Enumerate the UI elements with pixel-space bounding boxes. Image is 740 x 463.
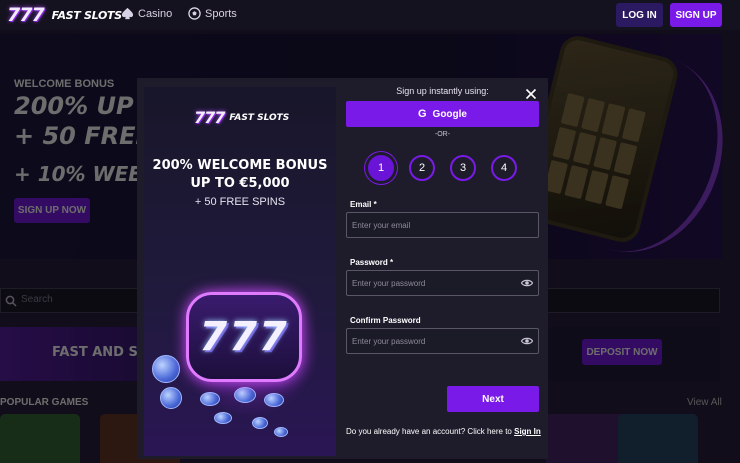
confirm-password-field[interactable]: Enter your password — [346, 328, 539, 354]
coin-decoration — [252, 417, 268, 429]
account-question: Do you already have an account? Click he… — [346, 427, 512, 436]
modal-promo-panel: 777 FAST SLOTS 200% WELCOME BONUS UP TO … — [144, 87, 336, 456]
password-field[interactable]: Enter your password — [346, 270, 539, 296]
signup-button[interactable]: SIGN UP — [670, 3, 722, 27]
coin-decoration — [160, 387, 182, 409]
google-label: Google — [432, 108, 467, 120]
nav-sports-label: Sports — [205, 7, 237, 20]
coin-decoration — [274, 427, 288, 437]
soccer-ball-icon — [188, 7, 201, 20]
nav-sports[interactable]: Sports — [188, 7, 237, 20]
show-confirm-password-icon[interactable] — [521, 336, 533, 346]
email-label: Email * — [350, 200, 377, 209]
bonus-title-line-1: 200% WELCOME BONUS — [152, 158, 328, 173]
top-header: 777 FAST SLOTS Casino Sports LOG IN SIGN… — [0, 0, 740, 30]
email-field[interactable]: Enter your email — [346, 212, 539, 238]
google-signup-button[interactable]: G Google — [346, 101, 539, 127]
signin-link[interactable]: Sign In — [514, 427, 541, 436]
logo-text: FAST SLOTS — [51, 8, 122, 22]
coin-decoration — [214, 412, 232, 424]
site-logo[interactable]: 777 FAST SLOTS — [4, 4, 122, 26]
bonus-subtitle: + 50 FREE SPINS — [194, 196, 286, 208]
modal-logo-777: 777 — [194, 108, 225, 127]
coin-decoration — [152, 355, 180, 383]
bonus-title-line-2: UP TO €5,000 — [190, 176, 290, 191]
coin-decoration — [200, 392, 220, 406]
password-label: Password * — [350, 258, 394, 267]
slot-digits: 777 — [199, 314, 289, 360]
modal-logo-text: FAST SLOTS — [229, 112, 290, 123]
nav-casino-label: Casino — [138, 7, 173, 20]
coin-decoration — [264, 393, 284, 407]
login-button[interactable]: LOG IN — [616, 3, 663, 27]
slot-machine-image: 777 — [186, 292, 302, 382]
next-button[interactable]: Next — [447, 386, 539, 412]
nav-casino[interactable]: Casino — [121, 7, 172, 20]
coin-decoration — [234, 387, 256, 403]
step-2: 2 — [409, 155, 435, 181]
step-3: 3 — [450, 155, 476, 181]
google-icon: G — [417, 108, 427, 120]
modal-logo: 777 FAST SLOTS — [194, 108, 289, 127]
confirm-password-label: Confirm Password — [350, 316, 421, 325]
signup-with-label: Sign up instantly using: — [396, 86, 489, 96]
step-4: 4 — [491, 155, 517, 181]
signin-prompt: Do you already have an account? Click he… — [346, 427, 546, 436]
spade-icon — [121, 7, 134, 20]
step-1: 1 — [368, 155, 394, 181]
or-divider: -OR- — [434, 131, 451, 138]
show-password-icon[interactable] — [521, 278, 533, 288]
logo-777: 777 — [7, 4, 45, 26]
